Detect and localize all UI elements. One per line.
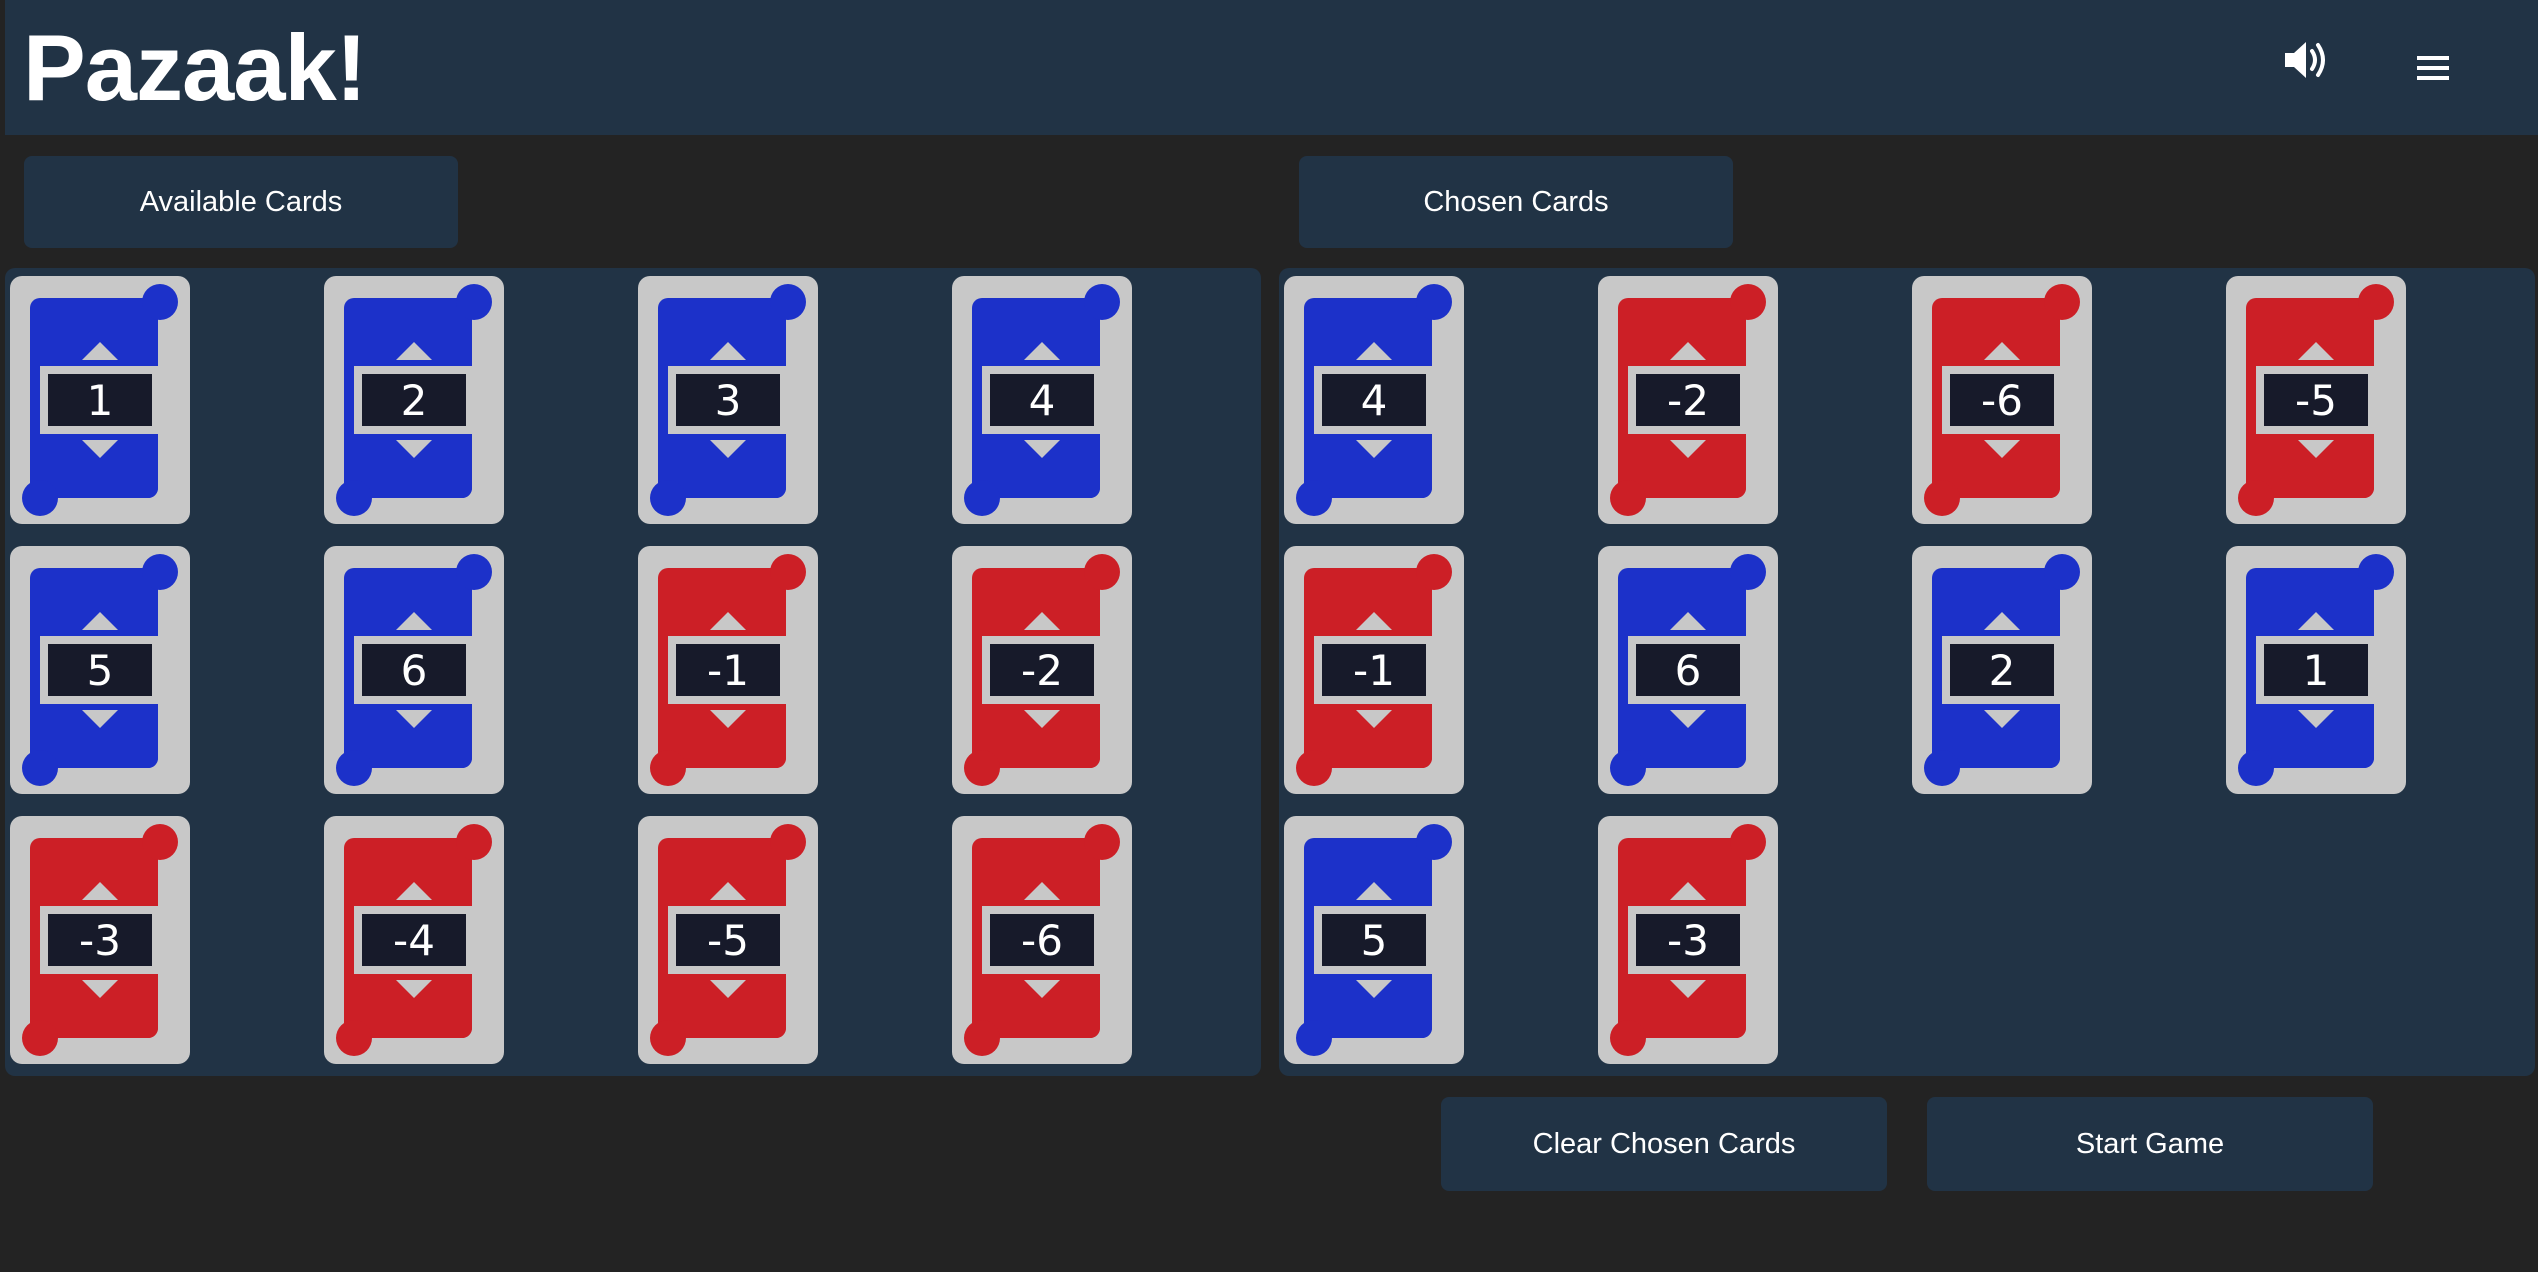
app-title: Pazaak! [23, 15, 367, 120]
menu-button[interactable] [2415, 50, 2451, 86]
available-cards-label: Available Cards [24, 156, 458, 248]
chosen-card[interactable]: 6 [1598, 546, 1778, 794]
chosen-card[interactable]: 4 [1284, 276, 1464, 524]
card-value: 3 [714, 375, 742, 425]
card-value: -2 [1667, 375, 1709, 425]
available-card[interactable]: 5 [10, 546, 190, 794]
card-value: -1 [707, 645, 749, 695]
available-card[interactable]: 6 [324, 546, 504, 794]
chosen-cards-label: Chosen Cards [1299, 156, 1733, 248]
available-card[interactable]: -5 [638, 816, 818, 1064]
available-card[interactable]: -4 [324, 816, 504, 1064]
card-value: -5 [707, 915, 749, 965]
available-card[interactable]: -2 [952, 546, 1132, 794]
card-value: 5 [86, 645, 114, 695]
card-value: -6 [1021, 915, 1063, 965]
card-value: 1 [2302, 645, 2330, 695]
available-card[interactable]: 4 [952, 276, 1132, 524]
chosen-card[interactable]: -5 [2226, 276, 2406, 524]
card-value: -6 [1981, 375, 2023, 425]
card-value: 2 [1988, 645, 2016, 695]
available-card[interactable]: -6 [952, 816, 1132, 1064]
chosen-card[interactable]: -1 [1284, 546, 1464, 794]
sound-button[interactable] [2281, 36, 2337, 84]
chosen-card[interactable]: 5 [1284, 816, 1464, 1064]
available-card[interactable]: -1 [638, 546, 818, 794]
card-value: -4 [393, 915, 435, 965]
hamburger-menu-icon [2417, 56, 2449, 80]
card-value: -3 [79, 915, 121, 965]
chosen-card[interactable]: -3 [1598, 816, 1778, 1064]
speaker-volume-icon [2285, 42, 2325, 78]
card-value: 4 [1028, 375, 1056, 425]
chosen-card[interactable]: -2 [1598, 276, 1778, 524]
card-value: 5 [1360, 915, 1388, 965]
available-card[interactable]: 3 [638, 276, 818, 524]
available-card[interactable]: 1 [10, 276, 190, 524]
card-value: -3 [1667, 915, 1709, 965]
available-card[interactable]: -3 [10, 816, 190, 1064]
app-header: Pazaak! [5, 0, 2538, 135]
chosen-card[interactable]: 1 [2226, 546, 2406, 794]
card-value: 2 [400, 375, 428, 425]
card-value: 1 [86, 375, 114, 425]
chosen-card[interactable]: -6 [1912, 276, 2092, 524]
clear-chosen-cards-button[interactable]: Clear Chosen Cards [1441, 1097, 1887, 1191]
start-game-button[interactable]: Start Game [1927, 1097, 2373, 1191]
available-card[interactable]: 2 [324, 276, 504, 524]
card-value: -2 [1021, 645, 1063, 695]
card-value: -5 [2295, 375, 2337, 425]
card-value: 6 [1674, 645, 1702, 695]
chosen-card[interactable]: 2 [1912, 546, 2092, 794]
card-value: -1 [1353, 645, 1395, 695]
card-value: 4 [1360, 375, 1388, 425]
card-value: 6 [400, 645, 428, 695]
